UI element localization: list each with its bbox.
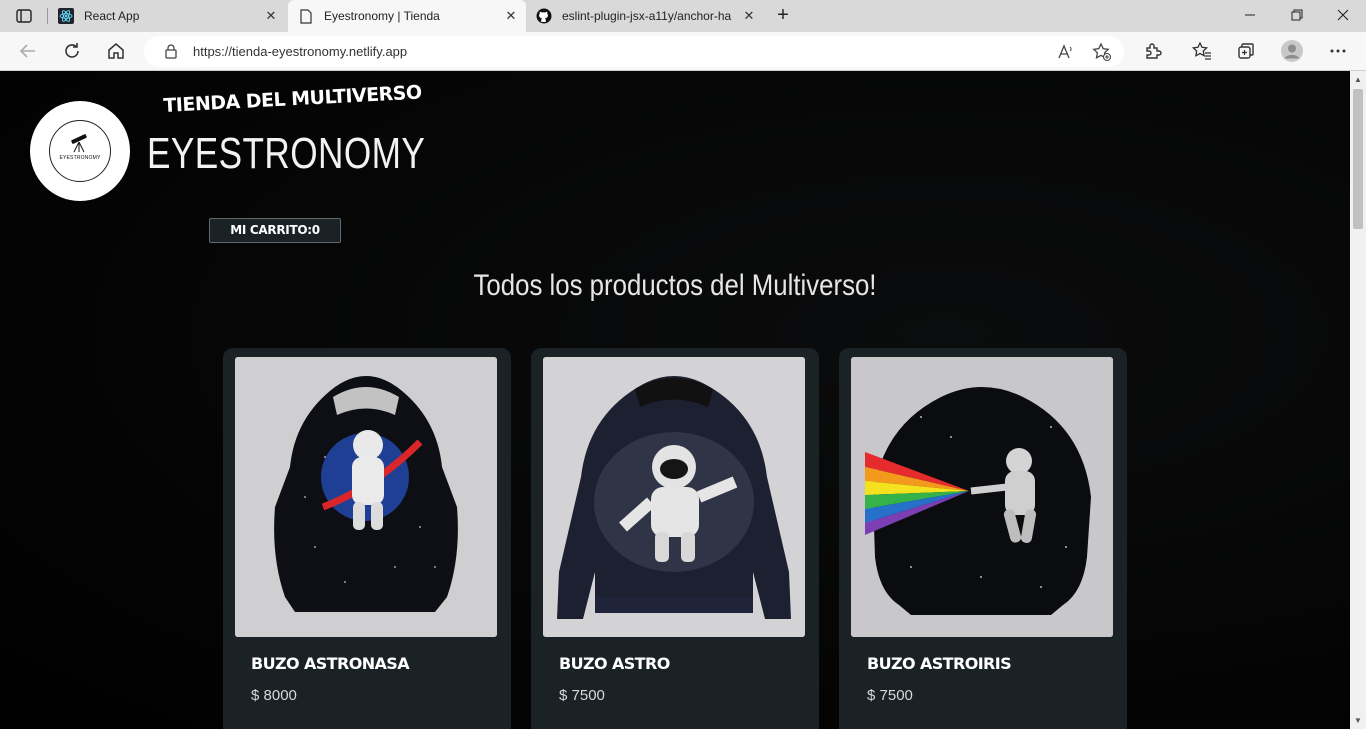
back-arrow-icon [19, 44, 35, 58]
url-text[interactable]: https://tienda-eyestronomy.netlify.app [193, 44, 407, 59]
tab-eyestronomy[interactable]: Eyestronomy | Tienda ✕ [288, 0, 526, 32]
home-button[interactable] [105, 40, 127, 62]
product-price: $ 8000 [251, 687, 297, 704]
product-card[interactable]: BUZO ASTRONASA $ 8000 [223, 348, 511, 729]
tab-title: eslint-plugin-jsx-a11y/anchor-ha [562, 9, 732, 23]
close-icon [1337, 9, 1349, 21]
product-price: $ 7500 [559, 687, 605, 704]
page-content: EYESTRONOMY TIENDA DEL MULTIVERSO EYESTR… [0, 71, 1350, 729]
product-name: BUZO ASTROIRIS [867, 654, 1012, 673]
page-icon [298, 8, 314, 24]
scroll-down-icon[interactable]: ▼ [1354, 716, 1362, 725]
address-bar[interactable]: https://tienda-eyestronomy.netlify.app [144, 36, 1124, 67]
profile-button[interactable] [1281, 40, 1303, 62]
github-icon [536, 8, 552, 24]
more-icon [1330, 49, 1346, 53]
logo[interactable]: EYESTRONOMY [30, 101, 130, 201]
avatar-icon [1281, 40, 1303, 62]
brand-title: EYESTRONOMY [147, 129, 426, 178]
tab-actions-button[interactable] [10, 6, 38, 26]
scrollbar-thumb[interactable] [1353, 89, 1363, 229]
logo-ring: EYESTRONOMY [49, 120, 111, 182]
refresh-icon [65, 43, 79, 58]
home-icon [108, 43, 124, 59]
lock-icon [164, 43, 178, 64]
page-scrollbar[interactable]: ▲ ▼ [1350, 71, 1366, 729]
tab-actions-icon [16, 9, 32, 23]
product-card[interactable]: BUZO ASTROIRIS $ 7500 [839, 348, 1127, 729]
product-image[interactable] [851, 357, 1113, 637]
collections-icon [1238, 43, 1254, 59]
tab-bar: React App ✕ Eyestronomy | Tienda ✕ eslin… [0, 0, 1366, 32]
refresh-button[interactable] [61, 40, 83, 62]
product-card[interactable]: BUZO ASTRO $ 7500 [531, 348, 819, 729]
restore-icon [1291, 9, 1303, 21]
plus-icon: + [777, 4, 789, 26]
puzzle-icon [1146, 43, 1162, 59]
collections-button[interactable] [1235, 40, 1257, 62]
product-image[interactable] [235, 357, 497, 637]
read-aloud-icon[interactable] [1055, 41, 1077, 63]
close-tab-icon[interactable]: ✕ [504, 9, 518, 23]
add-favorite-icon[interactable] [1091, 41, 1113, 63]
close-tab-icon[interactable]: ✕ [264, 9, 278, 23]
react-icon [58, 8, 74, 24]
page-title: Todos los productos del Multiverso! [473, 269, 877, 302]
tagline: TIENDA DEL MULTIVERSO [162, 81, 423, 117]
back-button[interactable] [17, 40, 39, 62]
new-tab-button[interactable]: + [772, 5, 794, 27]
close-window-button[interactable] [1333, 6, 1353, 26]
telescope-icon [71, 134, 87, 153]
tab-title: React App [84, 9, 140, 23]
tab-title: Eyestronomy | Tienda [324, 9, 440, 23]
product-name: BUZO ASTRONASA [251, 654, 410, 673]
product-image[interactable] [543, 357, 805, 637]
favorites-icon [1192, 42, 1211, 60]
tab-react-app[interactable]: React App ✕ [50, 0, 286, 32]
cart-button[interactable]: MI CARRITO:0 [209, 218, 341, 243]
logo-text: EYESTRONOMY [59, 155, 101, 161]
settings-menu-button[interactable] [1327, 40, 1349, 62]
tab-github[interactable]: eslint-plugin-jsx-a11y/anchor-ha ✕ [528, 0, 764, 32]
minimize-button[interactable] [1240, 6, 1260, 26]
close-tab-icon[interactable]: ✕ [742, 9, 756, 23]
favorites-button[interactable] [1191, 40, 1213, 62]
product-price: $ 7500 [867, 687, 913, 704]
minimize-icon [1245, 14, 1255, 16]
restore-button[interactable] [1287, 6, 1307, 26]
scroll-up-icon[interactable]: ▲ [1354, 75, 1362, 84]
extensions-button[interactable] [1142, 40, 1164, 62]
tab-separator [47, 8, 48, 24]
product-name: BUZO ASTRO [559, 654, 670, 673]
browser-toolbar: https://tienda-eyestronomy.netlify.app [0, 32, 1366, 71]
